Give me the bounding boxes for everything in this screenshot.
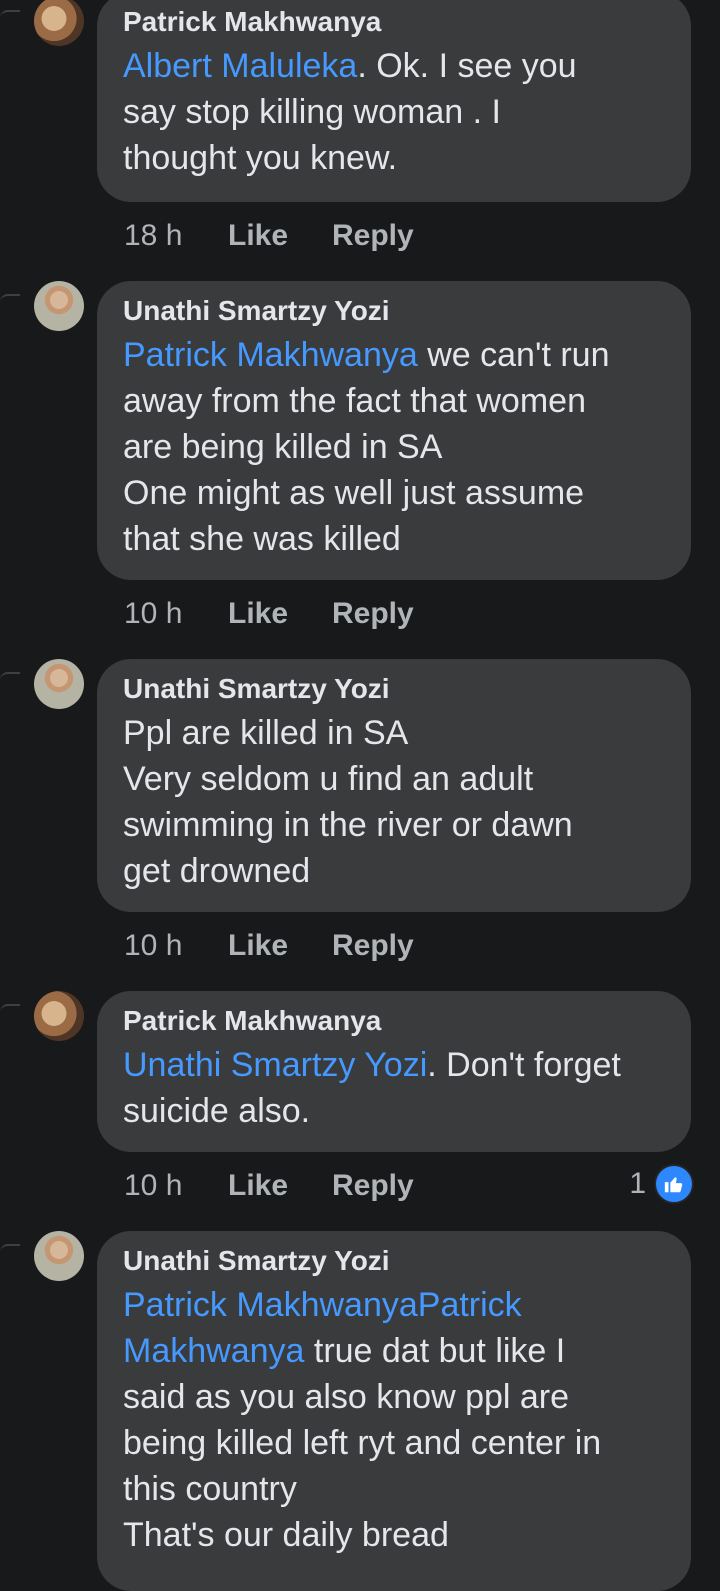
like-button[interactable]: Like xyxy=(228,1169,332,1203)
comment-author[interactable]: Patrick Makhwanya xyxy=(123,1004,665,1038)
thread-line xyxy=(0,10,20,26)
avatar[interactable] xyxy=(34,281,84,331)
mention-link[interactable]: Unathi Smartzy Yozi xyxy=(123,1046,427,1084)
comment-author[interactable]: Unathi Smartzy Yozi xyxy=(123,294,665,328)
mention-link[interactable]: Patrick Makhwanya xyxy=(123,336,418,374)
comment-text: Patrick MakhwanyaPatrick Makhwanya true … xyxy=(123,1282,665,1558)
comment-author[interactable]: Unathi Smartzy Yozi xyxy=(123,672,665,706)
comment-actions: 10 h Like Reply xyxy=(124,1166,414,1206)
comment-time[interactable]: 10 h xyxy=(124,597,228,631)
comment-bubble: Unathi Smartzy Yozi Patrick MakhwanyaPat… xyxy=(97,1231,691,1591)
thread-line xyxy=(0,294,20,310)
reaction-count: 1 xyxy=(629,1167,646,1200)
thread-line xyxy=(0,672,20,688)
comment-bubble: Patrick Makhwanya Albert Maluleka. Ok. I… xyxy=(97,0,691,202)
avatar[interactable] xyxy=(34,659,84,709)
avatar[interactable] xyxy=(34,0,84,46)
reaction-summary[interactable]: 1 xyxy=(629,1164,694,1204)
reply-button[interactable]: Reply xyxy=(332,1169,414,1203)
comment-text: Unathi Smartzy Yozi. Don't forget suicid… xyxy=(123,1042,665,1134)
comment-bubble: Unathi Smartzy Yozi Ppl are killed in SA… xyxy=(97,659,691,912)
comment-author[interactable]: Unathi Smartzy Yozi xyxy=(123,1244,665,1278)
comment-author[interactable]: Patrick Makhwanya xyxy=(123,5,665,39)
comment-bubble: Unathi Smartzy Yozi Patrick Makhwanya we… xyxy=(97,281,691,580)
comment-time[interactable]: 18 h xyxy=(124,219,228,253)
comment-actions: 10 h Like Reply xyxy=(124,594,414,634)
thread-line xyxy=(0,1244,20,1260)
like-button[interactable]: Like xyxy=(228,597,332,631)
reply-button[interactable]: Reply xyxy=(332,219,414,253)
comment-text: Albert Maluleka. Ok. I see you say stop … xyxy=(123,43,665,181)
comment-time[interactable]: 10 h xyxy=(124,1169,228,1203)
comment-bubble: Patrick Makhwanya Unathi Smartzy Yozi. D… xyxy=(97,991,691,1152)
comment-time[interactable]: 10 h xyxy=(124,929,228,963)
avatar[interactable] xyxy=(34,1231,84,1281)
comment-actions: 18 h Like Reply xyxy=(124,216,414,256)
like-button[interactable]: Like xyxy=(228,219,332,253)
comment-body: Ppl are killed in SA Very seldom u find … xyxy=(123,714,573,890)
thread-line xyxy=(0,1004,20,1020)
comment-actions: 10 h Like Reply xyxy=(124,926,414,966)
comment-text: Ppl are killed in SA Very seldom u find … xyxy=(123,710,665,894)
comment-text: Patrick Makhwanya we can't run away from… xyxy=(123,332,665,562)
reply-button[interactable]: Reply xyxy=(332,929,414,963)
mention-link[interactable]: Albert Maluleka xyxy=(123,47,357,85)
like-button[interactable]: Like xyxy=(228,929,332,963)
avatar[interactable] xyxy=(34,991,84,1041)
thumbs-up-icon xyxy=(654,1164,694,1204)
reply-button[interactable]: Reply xyxy=(332,597,414,631)
